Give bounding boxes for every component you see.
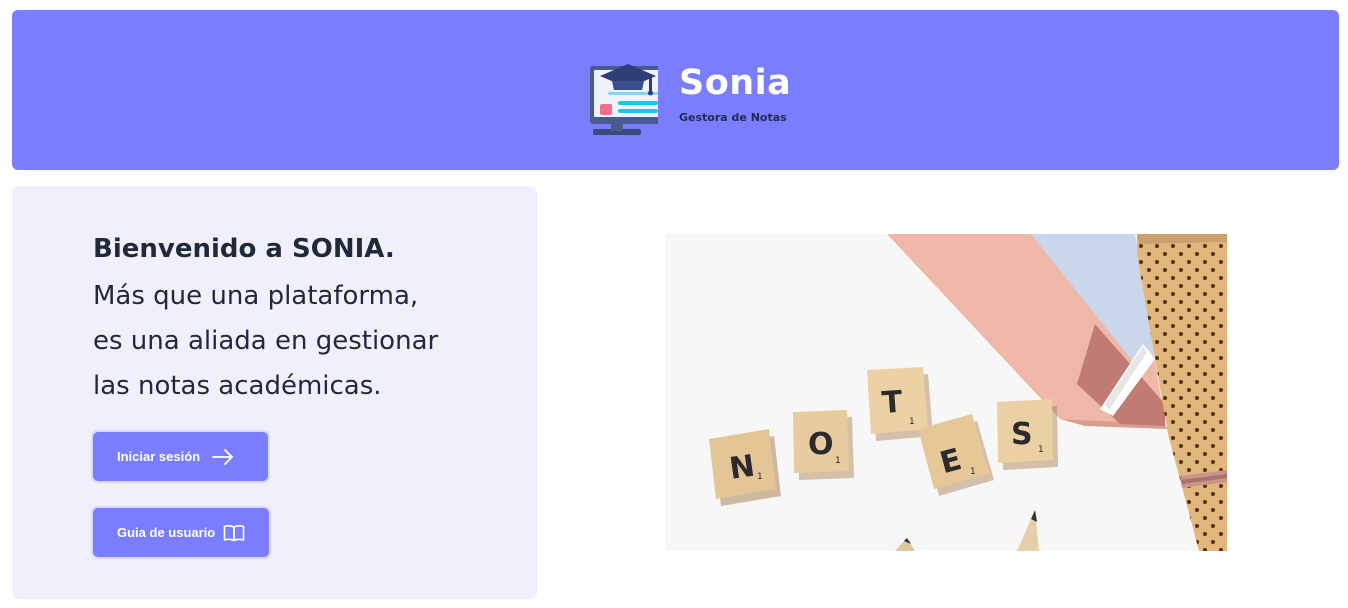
- tile-n: N 1: [709, 429, 781, 506]
- user-guide-button[interactable]: Guia de usuario: [93, 508, 269, 557]
- welcome-description: Más que una plataforma, es una aliada en…: [93, 274, 438, 409]
- top-banner: Sonia Gestora de Notas: [12, 10, 1339, 170]
- welcome-line: es una aliada en gestionar: [93, 326, 439, 356]
- svg-text:1: 1: [970, 467, 976, 477]
- welcome-card: Bienvenido a SONIA. Más que una platafor…: [12, 186, 537, 599]
- welcome-heading: Bienvenido a SONIA.: [93, 234, 395, 264]
- svg-text:1: 1: [1038, 445, 1044, 455]
- notes-photo: N 1 O 1 T 1 E 1 S 1: [665, 234, 1227, 551]
- tile-o: O 1: [793, 410, 854, 480]
- sonia-logo[interactable]: Sonia Gestora de Notas: [578, 54, 792, 135]
- scrabble-notes-image: N 1 O 1 T 1 E 1 S 1: [665, 234, 1227, 551]
- svg-text:1: 1: [757, 472, 763, 482]
- tile-s: S 1: [997, 399, 1058, 470]
- book-open-icon: [223, 524, 245, 542]
- welcome-line: Más que una plataforma,: [93, 281, 419, 311]
- svg-text:O: O: [808, 427, 834, 462]
- monitor-graduation-cap-icon: [590, 64, 658, 135]
- svg-text:1: 1: [909, 417, 915, 427]
- login-button-label: Iniciar sesión: [117, 449, 201, 464]
- logo-subtitle: Gestora de Notas: [679, 111, 787, 124]
- svg-text:1: 1: [835, 456, 841, 466]
- logo-title: Sonia: [679, 63, 792, 103]
- svg-text:S: S: [1011, 417, 1033, 452]
- arrow-right-icon: [212, 448, 234, 465]
- welcome-line: las notas académicas.: [93, 371, 382, 401]
- svg-text:N: N: [727, 449, 757, 487]
- login-button[interactable]: Iniciar sesión: [93, 432, 268, 481]
- svg-text:T: T: [881, 385, 904, 421]
- user-guide-button-label: Guia de usuario: [117, 525, 216, 540]
